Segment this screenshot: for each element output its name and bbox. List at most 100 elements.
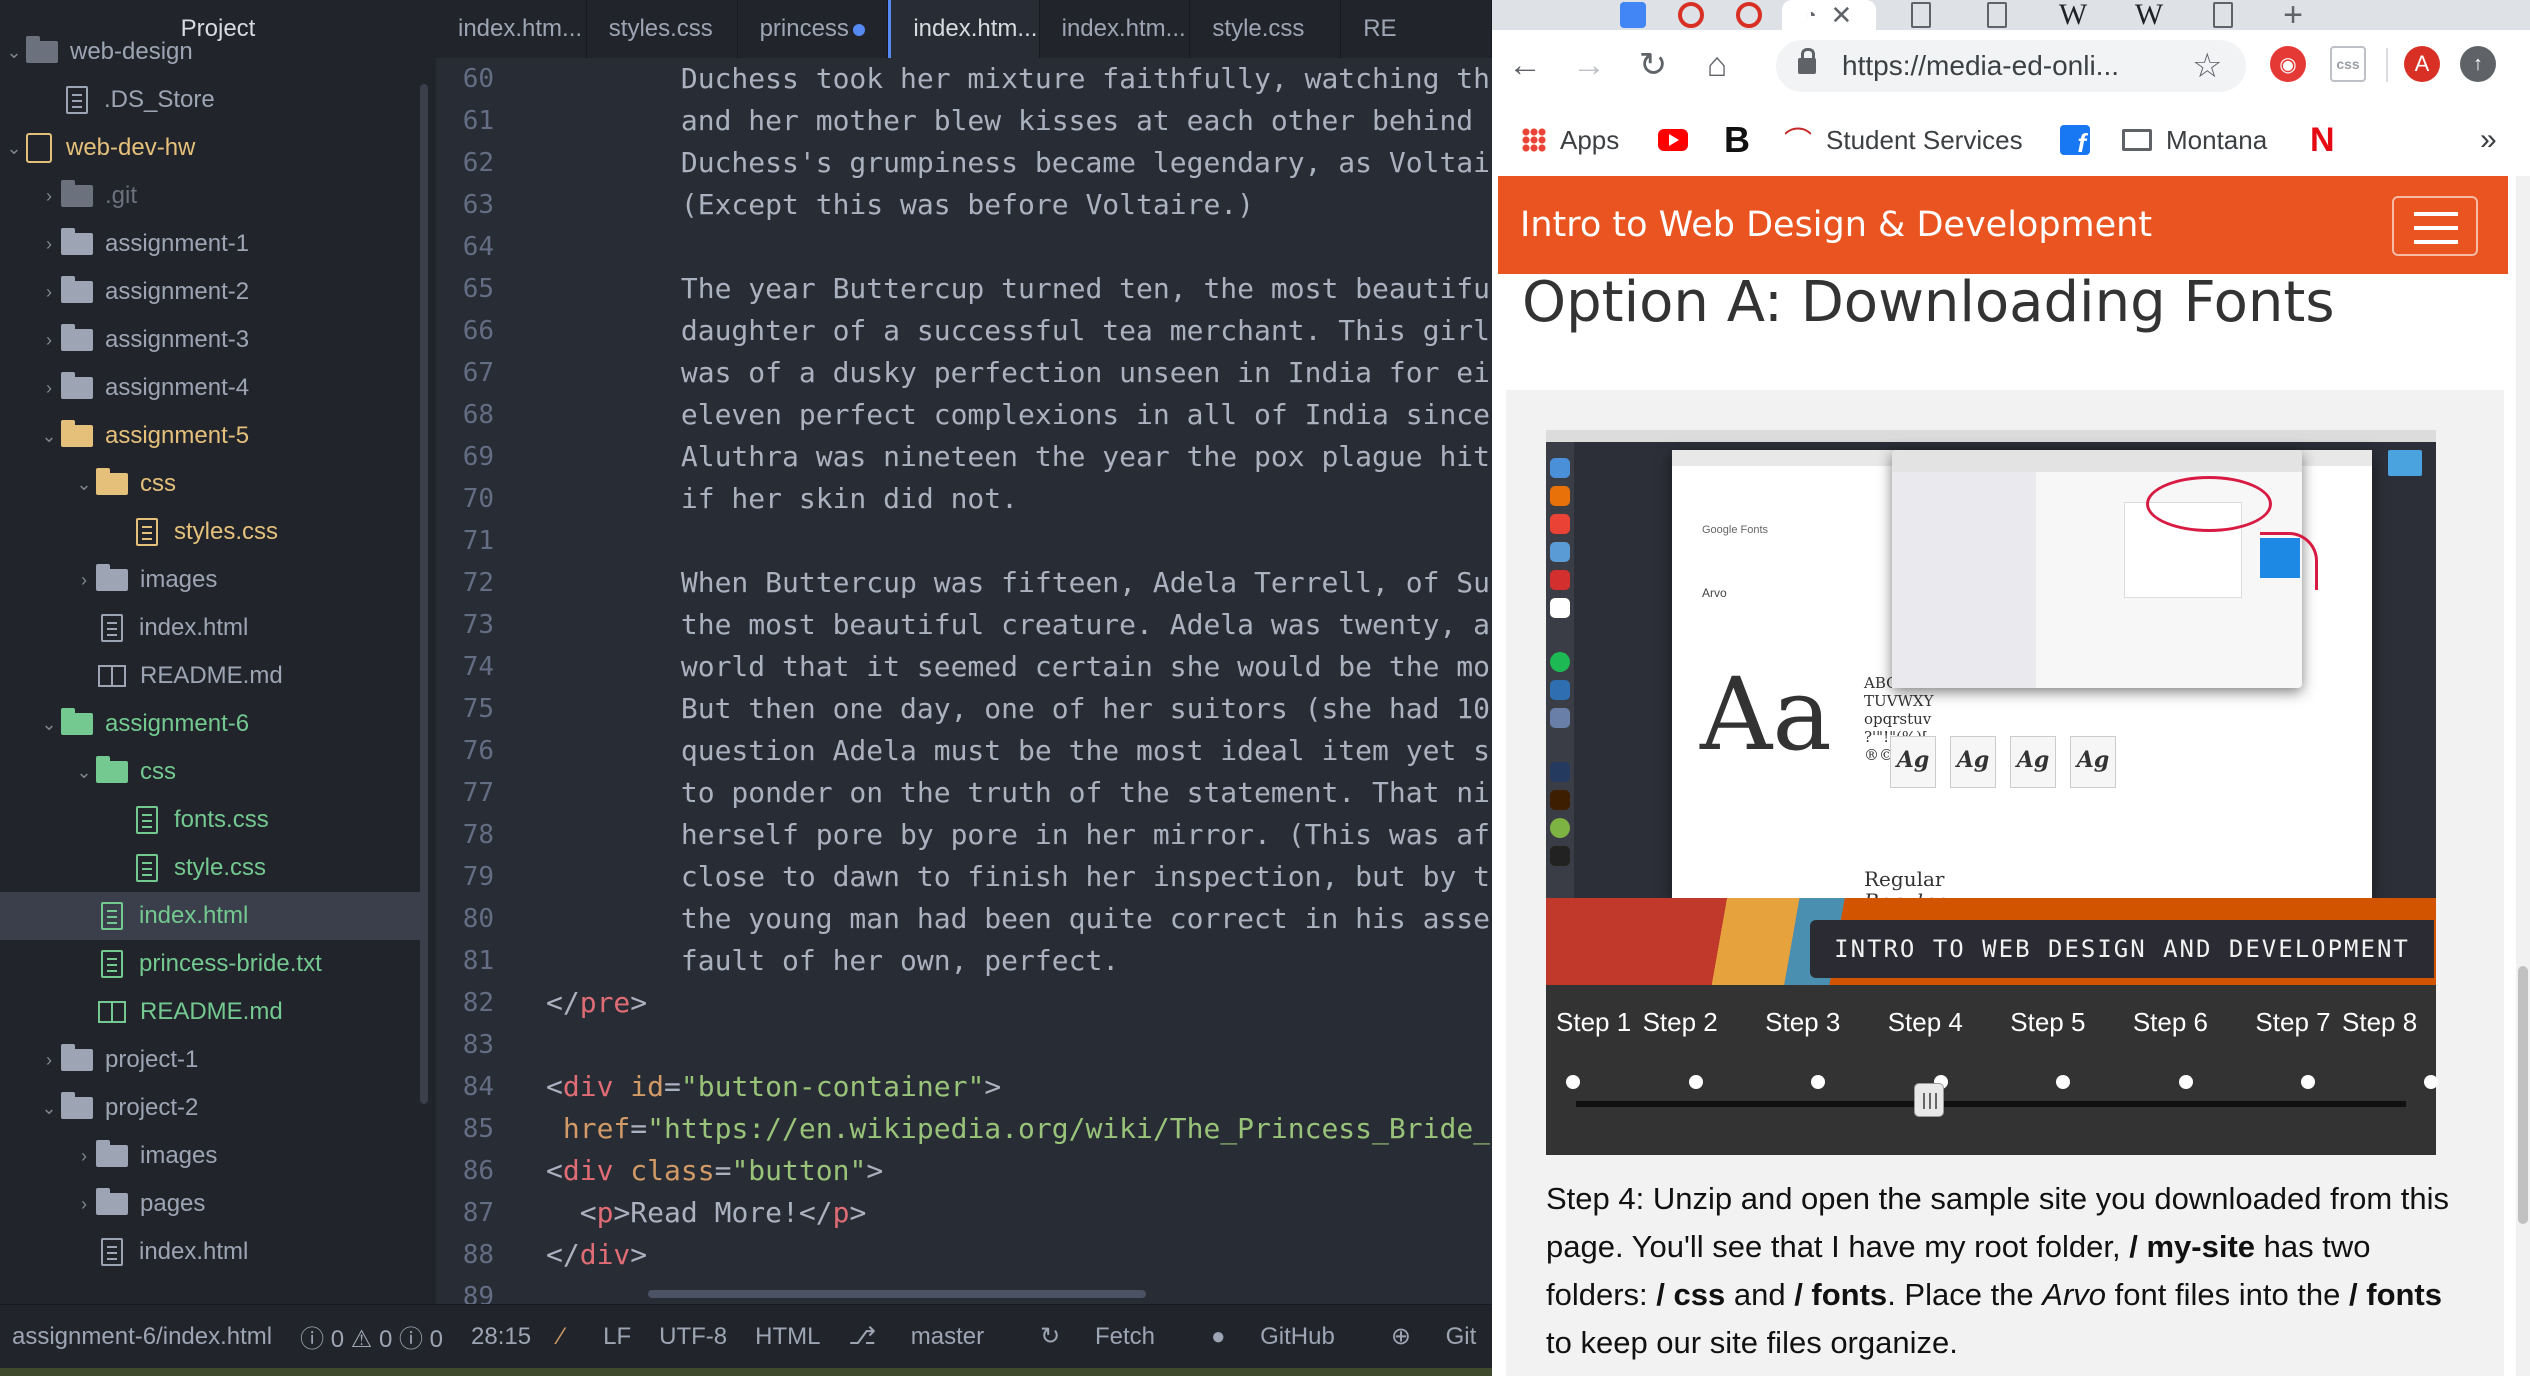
step-dot[interactable]	[2056, 1075, 2071, 1089]
step-label[interactable]: Step 2	[1643, 1007, 1718, 1038]
editor-tab-active[interactable]: index.htm...	[888, 0, 1040, 58]
chevron-right-icon[interactable]: ›	[37, 186, 61, 207]
chevron-right-icon[interactable]: ›	[37, 378, 61, 399]
tree-item[interactable]: › assignment-2	[0, 268, 420, 316]
tree-scrollbar[interactable]	[420, 84, 428, 1104]
browser-tab[interactable]	[1890, 0, 1952, 30]
chevron-down-icon[interactable]: ⌄	[37, 426, 61, 447]
tree-item[interactable]: ⌄ css	[0, 460, 420, 508]
step-label[interactable]: Step 7	[2255, 1007, 2330, 1038]
forward-button[interactable]: →	[1564, 40, 1614, 90]
more-bookmarks-button[interactable]: »	[2480, 120, 2497, 160]
chevron-right-icon[interactable]: ›	[72, 570, 96, 591]
hamburger-menu-button[interactable]	[2392, 196, 2478, 256]
step-slider-handle[interactable]	[1914, 1083, 1944, 1117]
browser-tab[interactable]	[1966, 0, 2028, 30]
tree-item[interactable]: › assignment-4	[0, 364, 420, 412]
page-scrollbar-thumb[interactable]	[2518, 966, 2528, 1224]
tree-item[interactable]: › .git	[0, 172, 420, 220]
tree-item[interactable]: › images	[0, 556, 420, 604]
status-cursor-position[interactable]: 28:15	[471, 1323, 531, 1351]
tree-item[interactable]: › images	[0, 1132, 420, 1180]
chevron-right-icon[interactable]: ›	[37, 1050, 61, 1071]
step-dot[interactable]	[2178, 1075, 2193, 1089]
chevron-down-icon[interactable]: ⌄	[72, 474, 96, 495]
step-label[interactable]: Step 5	[2010, 1007, 2085, 1038]
close-tab-icon[interactable]: ✕	[1831, 0, 1853, 31]
code-editor-pane[interactable]: Duchess took her mixture faithfully, wat…	[546, 58, 1492, 1304]
chevron-right-icon[interactable]: ›	[37, 330, 61, 351]
site-title[interactable]: Intro to Web Design & Development	[1520, 205, 2152, 245]
status-git[interactable]: ⊕ Git	[1391, 1322, 1504, 1351]
chevron-right-icon[interactable]: ›	[37, 234, 61, 255]
bookmark-montana[interactable]: Montana	[2122, 120, 2267, 160]
tree-item[interactable]: › project-1	[0, 1036, 420, 1084]
step-dot[interactable]	[1811, 1075, 1826, 1089]
step-dot[interactable]	[1688, 1075, 1703, 1089]
status-github[interactable]: ● GitHub	[1211, 1323, 1363, 1351]
tree-item[interactable]: ⌄ css	[0, 748, 420, 796]
step-label[interactable]: Step 6	[2133, 1007, 2208, 1038]
status-diagnostics[interactable]: ⓘ 0 ⚠ 0 ⓘ 0	[300, 1319, 443, 1354]
step-slider-track[interactable]	[1576, 1101, 2406, 1107]
tree-item[interactable]: › assignment-1	[0, 220, 420, 268]
reload-button[interactable]: ↻	[1628, 40, 1678, 90]
new-tab-button[interactable]: +	[2262, 0, 2324, 34]
chevron-right-icon[interactable]: ›	[72, 1194, 96, 1215]
tree-item[interactable]: ⌄ assignment-6	[0, 700, 420, 748]
bookmark-star-icon[interactable]: ☆	[2192, 40, 2222, 92]
tree-item[interactable]: fonts.css	[0, 796, 420, 844]
bookmark-b[interactable]: B	[1724, 119, 1750, 160]
browser-tab[interactable]: W	[2042, 0, 2104, 31]
tree-item[interactable]: styles.css	[0, 508, 420, 556]
chevron-right-icon[interactable]: ›	[72, 1146, 96, 1167]
status-grammar[interactable]: HTML	[755, 1323, 820, 1351]
browser-tab[interactable]	[1718, 0, 1780, 30]
tree-item[interactable]: index.html	[0, 892, 420, 940]
step-label[interactable]: Step 8	[2342, 1007, 2417, 1038]
editor-tab[interactable]: index.htm...	[436, 0, 587, 58]
step-label[interactable]: Step 4	[1888, 1007, 1963, 1038]
editor-tab[interactable]: princess	[738, 0, 889, 58]
tree-item[interactable]: princess-bride.txt	[0, 940, 420, 988]
tree-item[interactable]: ⌄ assignment-5	[0, 412, 420, 460]
step-dot[interactable]	[1566, 1075, 1580, 1089]
tree-item[interactable]: › pages	[0, 1180, 420, 1228]
step-dot[interactable]	[2424, 1075, 2438, 1089]
chevron-down-icon[interactable]: ⌄	[2, 138, 26, 159]
editor-tab[interactable]: index.htm...	[1040, 0, 1191, 58]
bookmark-student-services[interactable]: ⌒ Student Services	[1784, 120, 2023, 160]
update-arrow-icon[interactable]: ↑	[2460, 46, 2496, 82]
bookmark-netflix[interactable]: N	[2310, 120, 2335, 160]
horizontal-scrollbar[interactable]	[648, 1290, 1146, 1298]
tree-item[interactable]: ⌄ project-2	[0, 1084, 420, 1132]
step-label[interactable]: Step 1	[1556, 1007, 1631, 1038]
status-file-path[interactable]: assignment-6/index.html	[12, 1323, 272, 1351]
tree-item[interactable]: README.md	[0, 988, 420, 1036]
tree-item[interactable]: .DS_Store	[0, 76, 420, 124]
tree-item[interactable]: style.css	[0, 844, 420, 892]
editor-tab[interactable]: style.css	[1190, 0, 1342, 58]
chevron-down-icon[interactable]: ⌄	[2, 42, 26, 63]
browser-tab[interactable]	[2192, 0, 2254, 30]
bookmark-apps[interactable]: Apps	[1522, 120, 1619, 160]
tree-item[interactable]: › assignment-3	[0, 316, 420, 364]
extension-shield-icon[interactable]: ◉	[2270, 46, 2306, 82]
home-button[interactable]: ⌂	[1692, 40, 1742, 90]
tree-item[interactable]: README.md	[0, 652, 420, 700]
tree-item[interactable]: index.html	[0, 1228, 420, 1276]
tree-item[interactable]: ⌄ web-dev-hw	[0, 124, 420, 172]
step-dot[interactable]	[2301, 1075, 2316, 1089]
chevron-down-icon[interactable]: ⌄	[37, 1098, 61, 1119]
step-label[interactable]: Step 3	[1765, 1007, 1840, 1038]
browser-tab[interactable]	[1602, 0, 1664, 30]
browser-tab-active[interactable]: ◔ ✕	[1782, 0, 1876, 30]
address-bar[interactable]: https://media-ed-onli...	[1776, 40, 2246, 92]
chevron-down-icon[interactable]: ⌄	[72, 762, 96, 783]
back-button[interactable]: ←	[1500, 40, 1550, 90]
browser-tab[interactable]	[1660, 0, 1722, 30]
tree-item[interactable]: ⌄ web-design	[0, 28, 420, 76]
chevron-right-icon[interactable]: ›	[37, 282, 61, 303]
status-line-ending[interactable]: LF	[603, 1323, 631, 1351]
bookmark-youtube[interactable]	[1658, 120, 1702, 160]
